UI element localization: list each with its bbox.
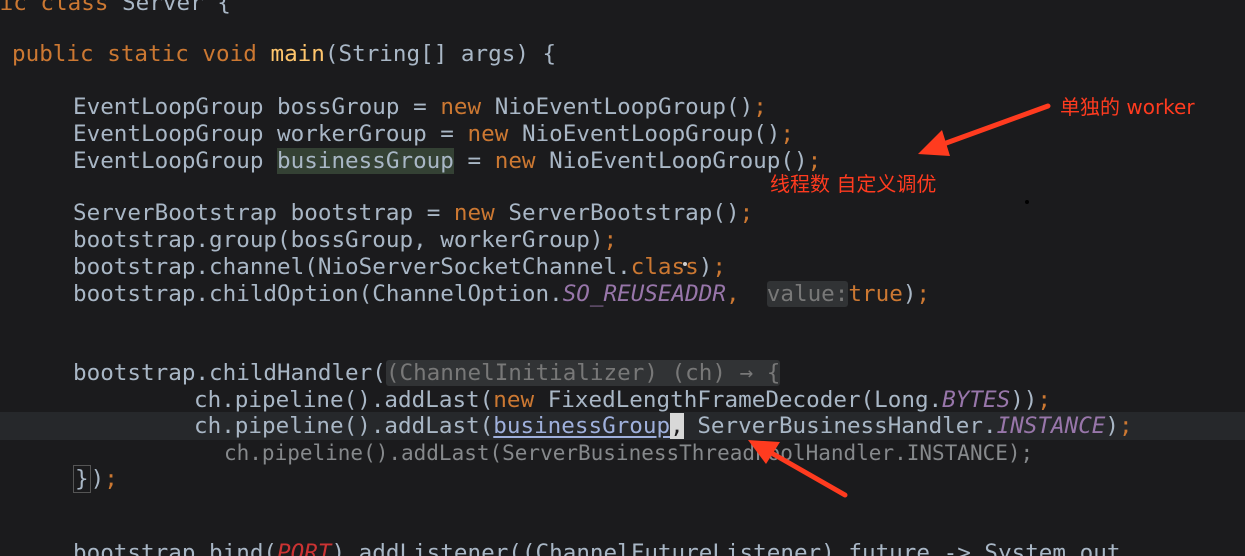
folded-lambda-hint[interactable]: (ChannelInitializer) (ch) → {: [385, 360, 781, 386]
code-token: ): [698, 254, 713, 280]
code-line-boss-group[interactable]: EventLoopGroup bossGroup = new NioEventL…: [73, 94, 767, 121]
code-token: (): [712, 200, 740, 226]
code-token: bossGroup: [277, 94, 400, 120]
code-token: ;: [1119, 413, 1133, 439]
code-token: main: [270, 41, 325, 67]
code-token: ;: [753, 94, 767, 120]
code-token: ch.pipeline().addLast(: [194, 387, 494, 413]
code-token: ;: [780, 121, 795, 147]
code-token: ServerBootstrap: [73, 200, 278, 226]
code-token: (): [725, 94, 754, 120]
stray-dot: [683, 262, 687, 266]
code-token: EventLoopGroup: [73, 94, 264, 120]
code-token: bootstrap.group(bossGroup, workerGroup): [73, 227, 604, 253]
code-token: class: [630, 254, 699, 280]
code-token: ): [902, 281, 917, 307]
code-token: Server: [122, 0, 204, 16]
code-token: new: [494, 148, 536, 174]
code-token: ): [1105, 413, 1120, 439]
code-token: EventLoopGroup: [73, 121, 264, 147]
code-token: bootstrap.channel(NioServerSocketChannel…: [73, 254, 631, 280]
code-token-underlined: businessGroup: [493, 413, 671, 439]
code-token: ;: [1037, 387, 1052, 413]
code-line-bind-call[interactable]: bootstrap.bind(PORT).addListener((Channe…: [73, 540, 1120, 556]
text-cursor: ,: [670, 413, 684, 439]
code-line-worker-group[interactable]: EventLoopGroup workerGroup = new NioEven…: [73, 121, 794, 148]
code-token: ;: [916, 281, 931, 307]
code-line-business-group[interactable]: EventLoopGroup businessGroup = new NioEv…: [73, 148, 821, 175]
stray-dot: [1025, 200, 1029, 204]
code-token: workerGroup: [277, 121, 427, 147]
code-line-channel-call[interactable]: bootstrap.channel(NioServerSocketChannel…: [73, 254, 726, 281]
code-line-close-handler[interactable]: });: [73, 465, 118, 493]
code-token: NioEventLoopGroup: [549, 148, 781, 174]
code-token: public static void: [12, 41, 257, 67]
code-token-highlighted: businessGroup: [277, 148, 454, 174]
code-token: SO_REUSEADDR: [562, 281, 726, 307]
code-line-group-call[interactable]: bootstrap.group(bossGroup, workerGroup);: [73, 227, 617, 254]
code-token: ): [90, 466, 105, 492]
code-token: ServerBusinessHandler.: [697, 413, 997, 439]
code-token: PORT: [277, 540, 332, 556]
code-token: {: [217, 0, 231, 16]
code-token: =: [413, 94, 427, 120]
code-token: ;: [104, 466, 118, 492]
code-token: EventLoopGroup: [73, 148, 264, 174]
matched-brace: }: [73, 465, 91, 493]
code-token: (): [753, 121, 781, 147]
code-token: new: [493, 387, 535, 413]
code-token: true: [848, 281, 903, 307]
code-line-pipeline-decoder[interactable]: ch.pipeline().addLast(new FixedLengthFra…: [194, 387, 1051, 414]
code-token: =: [467, 148, 482, 174]
annotation-thread-count-tuning: 线程数 自定义调优: [770, 172, 937, 196]
code-line-child-option[interactable]: bootstrap.childOption(ChannelOption.SO_R…: [73, 281, 930, 308]
code-token: bootstrap.bind(: [73, 540, 278, 556]
code-token: ,: [725, 281, 740, 307]
code-line-bootstrap-decl[interactable]: ServerBootstrap bootstrap = new ServerBo…: [73, 200, 753, 227]
code-token: )): [1010, 387, 1038, 413]
code-line-pipeline-business[interactable]: ch.pipeline().addLast(businessGroup, Ser…: [194, 413, 1133, 440]
code-token: ;: [603, 227, 618, 253]
code-token: BYTES: [942, 387, 1011, 413]
code-token: =: [440, 121, 454, 147]
code-token: lic class: [0, 0, 109, 16]
code-token: ;: [712, 254, 726, 280]
code-line-main-decl[interactable]: public static void main(String[] args) {: [12, 41, 556, 68]
code-token: NioEventLoopGroup: [494, 94, 726, 120]
code-token: ch.pipeline().addLast(ServerBusinessThre…: [224, 441, 1034, 465]
code-token: (String[] args) {: [324, 41, 557, 67]
code-token: new: [440, 94, 482, 120]
code-token: new: [467, 121, 509, 147]
code-line-child-handler[interactable]: bootstrap.childHandler((ChannelInitializ…: [73, 360, 781, 387]
code-line-pipeline-threadpool[interactable]: ch.pipeline().addLast(ServerBusinessThre…: [224, 440, 1033, 467]
code-token: new: [453, 200, 495, 226]
code-editor[interactable]: lic class Server { public static void ma…: [0, 0, 1245, 556]
code-token: ch.pipeline().addLast(: [194, 413, 494, 439]
code-token: FixedLengthFrameDecoder(Long.: [547, 387, 943, 413]
code-token: NioEventLoopGroup: [521, 121, 754, 147]
code-token: bootstrap.childOption(ChannelOption.: [73, 281, 563, 307]
code-token: bootstrap.childHandler(: [73, 360, 386, 386]
code-token: ServerBootstrap: [508, 200, 713, 226]
code-token: bootstrap: [290, 200, 414, 226]
code-token: ).addListener((ChannelFutureListener) fu…: [331, 540, 1121, 556]
code-token: =: [426, 200, 441, 226]
annotation-dedicated-worker: 单独的 worker: [1060, 95, 1195, 119]
code-token: INSTANCE: [996, 413, 1106, 439]
code-line-class-decl[interactable]: lic class Server {: [0, 0, 231, 17]
code-token: ;: [739, 200, 754, 226]
parameter-hint: value:: [766, 281, 849, 307]
arrow-to-business-group: [918, 103, 1051, 156]
